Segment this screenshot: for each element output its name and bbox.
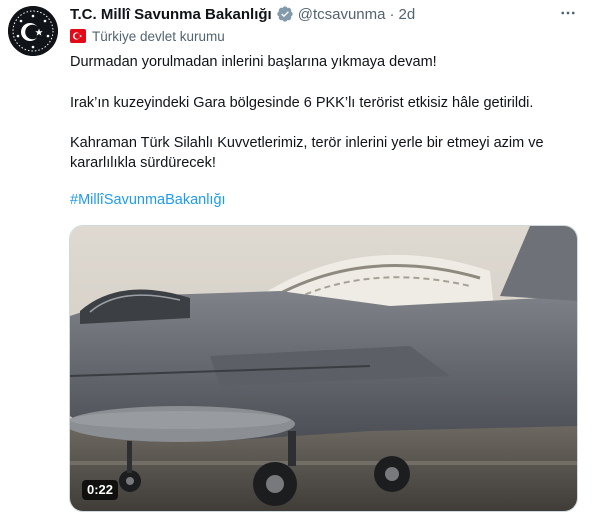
author-handle[interactable]: @tcsavunma: [298, 6, 386, 23]
affiliation-label[interactable]: Türkiye devlet kurumu: [70, 26, 225, 46]
video-thumbnail: [70, 226, 577, 511]
video-duration: 0:22: [82, 480, 119, 500]
ministry-emblem-icon: [8, 6, 58, 56]
tweet-text-line-3: Kahraman Türk Silahlı Kuvvetlerimiz, ter…: [70, 135, 544, 171]
separator-dot: ·: [389, 5, 395, 23]
tweet-timestamp[interactable]: 2d: [398, 6, 415, 23]
turkey-flag-icon: [70, 29, 86, 43]
tweet[interactable]: T.C. Millî Savunma Bakanlığı @tcsavunma …: [0, 0, 600, 515]
tweet-text-line-1: Durmadan yorulmadan inlerini başlarına y…: [70, 54, 437, 70]
affiliation-text: Türkiye devlet kurumu: [92, 28, 225, 44]
hashtag-link[interactable]: #MillîSavunmaBakanlığı: [70, 192, 226, 208]
author-name[interactable]: T.C. Millî Savunma Bakanlığı: [70, 6, 272, 23]
video-player[interactable]: 0:22: [69, 225, 578, 512]
avatar[interactable]: [8, 6, 58, 56]
more-options-icon[interactable]: [556, 2, 580, 24]
verified-badge-gray-icon[interactable]: [276, 5, 294, 23]
tweet-text-line-2: Irak’ın kuzeyindeki Gara bölgesinde 6 PK…: [70, 95, 534, 111]
tweet-header: T.C. Millî Savunma Bakanlığı @tcsavunma …: [70, 4, 415, 24]
